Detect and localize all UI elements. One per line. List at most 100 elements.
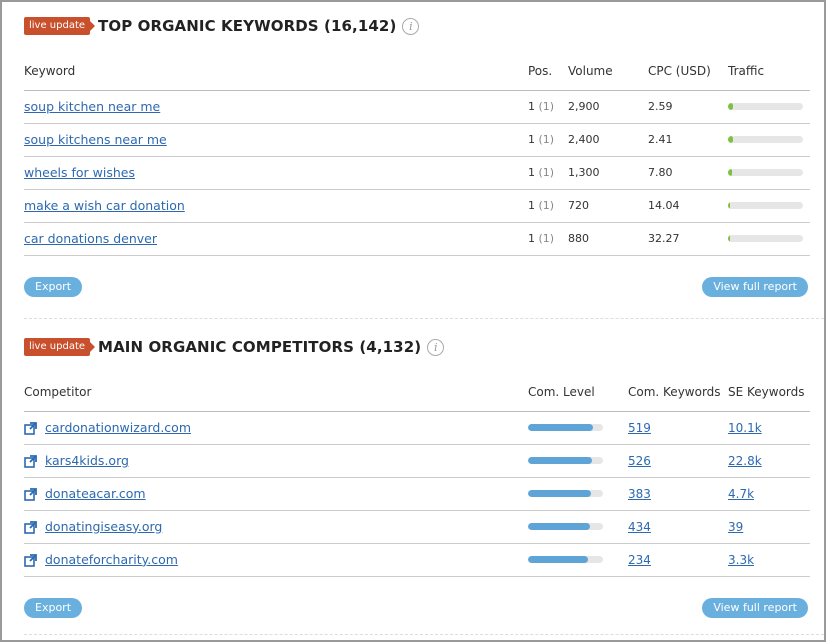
top-organic-keywords-section: live update TOP ORGANIC KEYWORDS (16,142… — [24, 14, 810, 297]
keyword-link[interactable]: wheels for wishes — [24, 165, 135, 180]
col-competitor[interactable]: Competitor — [24, 377, 528, 412]
competitor-link[interactable]: kars4kids.org — [45, 453, 129, 468]
cpc-cell: 2.41 — [648, 123, 728, 157]
keyword-link[interactable]: car donations denver — [24, 231, 157, 246]
table-header-row: Competitor Com. Level Com. Keywords SE K… — [24, 377, 810, 412]
external-link-icon[interactable] — [24, 488, 37, 502]
com-keywords-link[interactable]: 526 — [628, 454, 651, 468]
traffic-bar — [728, 202, 803, 209]
col-traffic[interactable]: Traffic — [728, 56, 810, 91]
se-keywords-link[interactable]: 39 — [728, 520, 743, 534]
competitor-link[interactable]: cardonationwizard.com — [45, 420, 191, 435]
table-row: donatingiseasy.org 434 39 — [24, 510, 810, 544]
col-keyword[interactable]: Keyword — [24, 56, 528, 91]
volume-cell: 2,400 — [568, 123, 648, 157]
widget-frame: live update TOP ORGANIC KEYWORDS (16,142… — [0, 0, 826, 642]
com-keywords-cell: 234 — [628, 543, 728, 577]
live-update-badge: live update — [24, 338, 96, 356]
com-keywords-cell: 383 — [628, 477, 728, 511]
volume-cell: 2,900 — [568, 90, 648, 124]
se-keywords-cell: 22.8k — [728, 444, 810, 478]
traffic-bar-fill — [728, 136, 733, 143]
traffic-bar — [728, 103, 803, 110]
traffic-cell — [728, 123, 810, 157]
section-divider — [24, 634, 824, 635]
section-title: MAIN ORGANIC COMPETITORS (4,132) — [98, 338, 421, 356]
table-row: donateacar.com 383 4.7k — [24, 477, 810, 511]
se-keywords-cell: 39 — [728, 510, 810, 544]
export-button[interactable]: Export — [24, 276, 83, 297]
traffic-bar-fill — [728, 235, 730, 242]
com-level-bar — [528, 457, 603, 464]
competitor-link[interactable]: donateforcharity.com — [45, 552, 178, 567]
competitor-cell: donatingiseasy.org — [24, 510, 528, 544]
competitors-actions: Export View full report — [24, 597, 810, 618]
se-keywords-link[interactable]: 10.1k — [728, 421, 762, 435]
external-link-icon[interactable] — [24, 554, 37, 568]
col-com-keywords[interactable]: Com. Keywords — [628, 377, 728, 412]
view-full-report-button[interactable]: View full report — [702, 276, 808, 297]
section-count: (16,142) — [324, 17, 397, 35]
com-keywords-link[interactable]: 434 — [628, 520, 651, 534]
table-row: soup kitchen near me 1 (1) 2,900 2.59 — [24, 90, 810, 124]
traffic-bar-fill — [728, 103, 734, 110]
pos-value: 1 — [528, 199, 535, 212]
col-cpc[interactable]: CPC (USD) — [648, 56, 728, 91]
com-keywords-link[interactable]: 383 — [628, 487, 651, 501]
external-link-icon[interactable] — [24, 422, 37, 436]
external-link-icon[interactable] — [24, 455, 37, 469]
section-header: live update TOP ORGANIC KEYWORDS (16,142… — [24, 14, 810, 38]
col-se-keywords[interactable]: SE Keywords — [728, 377, 810, 412]
keyword-cell: soup kitchens near me — [24, 123, 528, 157]
competitor-cell: donateacar.com — [24, 477, 528, 511]
pos-value: 1 — [528, 100, 535, 113]
com-level-bar-fill — [528, 424, 593, 431]
view-full-report-button[interactable]: View full report — [702, 597, 808, 618]
table-row: wheels for wishes 1 (1) 1,300 7.80 — [24, 156, 810, 190]
competitor-cell: kars4kids.org — [24, 444, 528, 478]
col-volume[interactable]: Volume — [568, 56, 648, 91]
se-keywords-link[interactable]: 4.7k — [728, 487, 754, 501]
competitor-cell: cardonationwizard.com — [24, 411, 528, 445]
keyword-link[interactable]: make a wish car donation — [24, 198, 185, 213]
section-header: live update MAIN ORGANIC COMPETITORS (4,… — [24, 335, 810, 359]
col-pos[interactable]: Pos. — [528, 56, 568, 91]
keyword-link[interactable]: soup kitchen near me — [24, 99, 160, 114]
live-update-badge: live update — [24, 17, 96, 35]
com-level-bar-fill — [528, 556, 588, 563]
cpc-cell: 32.27 — [648, 222, 728, 256]
pos-prev-value: (1) — [538, 133, 555, 146]
traffic-cell — [728, 189, 810, 223]
se-keywords-link[interactable]: 3.3k — [728, 553, 754, 567]
table-row: donateforcharity.com 234 3.3k — [24, 543, 810, 577]
se-keywords-link[interactable]: 22.8k — [728, 454, 762, 468]
external-link-icon[interactable] — [24, 521, 37, 535]
competitors-table: Competitor Com. Level Com. Keywords SE K… — [24, 377, 810, 577]
cpc-cell: 7.80 — [648, 156, 728, 190]
info-icon[interactable]: i — [402, 17, 420, 35]
export-button[interactable]: Export — [24, 597, 83, 618]
pos-value: 1 — [528, 232, 535, 245]
section-title-text: TOP ORGANIC KEYWORDS — [98, 17, 319, 35]
traffic-bar-fill — [728, 169, 732, 176]
pos-cell: 1 (1) — [528, 189, 568, 223]
section-title: TOP ORGANIC KEYWORDS (16,142) — [98, 17, 396, 35]
competitor-link[interactable]: donateacar.com — [45, 486, 146, 501]
main-organic-competitors-section: live update MAIN ORGANIC COMPETITORS (4,… — [24, 335, 810, 618]
keyword-link[interactable]: soup kitchens near me — [24, 132, 167, 147]
com-level-bar — [528, 490, 603, 497]
com-level-cell — [528, 477, 628, 511]
col-com-level[interactable]: Com. Level — [528, 377, 628, 412]
com-keywords-link[interactable]: 234 — [628, 553, 651, 567]
cpc-cell: 14.04 — [648, 189, 728, 223]
table-row: car donations denver 1 (1) 880 32.27 — [24, 222, 810, 256]
pos-value: 1 — [528, 166, 535, 179]
com-keywords-link[interactable]: 519 — [628, 421, 651, 435]
competitor-cell: donateforcharity.com — [24, 543, 528, 577]
table-row: cardonationwizard.com 519 10.1k — [24, 411, 810, 445]
pos-prev-value: (1) — [538, 100, 555, 113]
competitor-link[interactable]: donatingiseasy.org — [45, 519, 162, 534]
pos-prev-value: (1) — [538, 199, 555, 212]
traffic-cell — [728, 90, 810, 124]
info-icon[interactable]: i — [427, 338, 445, 356]
